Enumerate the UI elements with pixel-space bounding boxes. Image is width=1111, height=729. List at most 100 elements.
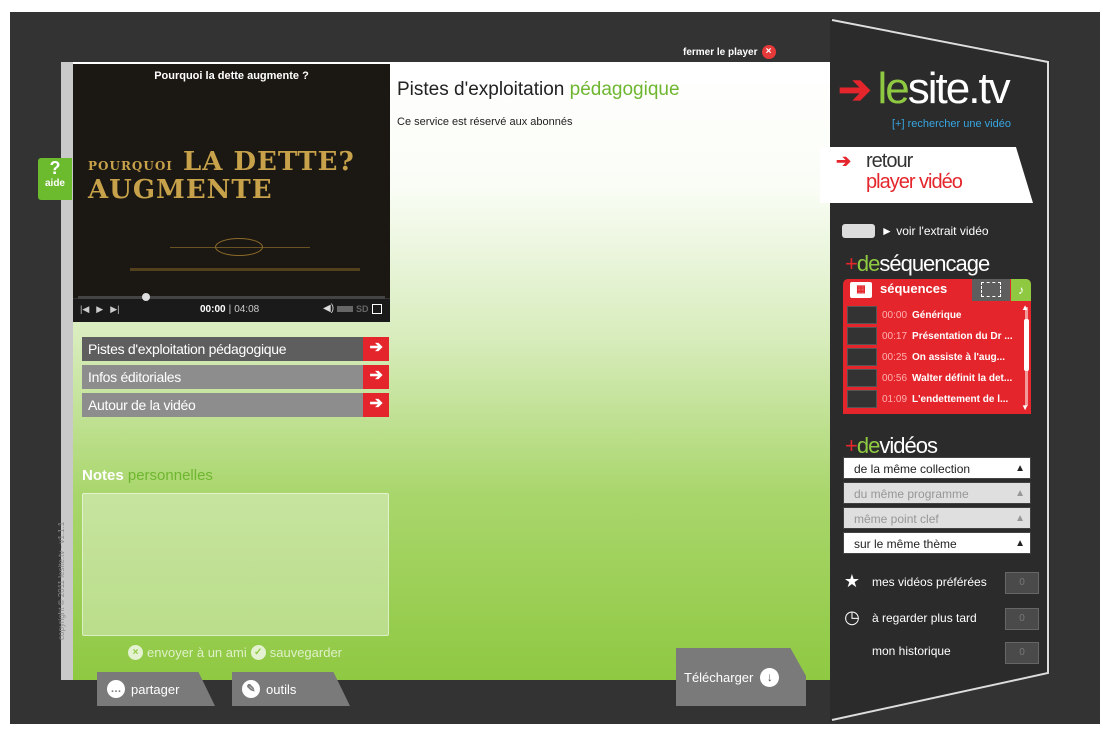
time-total: 04:08: [234, 304, 260, 315]
caret-up-icon: ▲: [1015, 513, 1025, 524]
history-label: mon historique: [872, 644, 951, 658]
history-count: 0: [1005, 642, 1039, 664]
speech-bubble-icon: …: [107, 680, 125, 698]
watch-later-label: à regarder plus tard: [872, 610, 977, 625]
share-button[interactable]: … partager: [97, 672, 215, 706]
save-link[interactable]: sauvegarder: [270, 645, 342, 660]
progress-bar[interactable]: [78, 296, 385, 299]
send-to-friend-link[interactable]: envoyer à un ami: [147, 645, 247, 660]
thumbnail: [847, 390, 877, 408]
scroll-down-icon[interactable]: ▼: [1021, 403, 1029, 412]
caret-up-icon: ▲: [1015, 463, 1025, 474]
share-label: partager: [131, 681, 180, 697]
filmstrip-icon: ▦: [850, 282, 872, 298]
close-player-button[interactable]: fermer le player ×: [683, 45, 776, 59]
help-label: aide: [44, 178, 65, 189]
thumbnail: [847, 369, 877, 387]
close-player-label: fermer le player: [683, 46, 758, 58]
content-text: Ce service est réservé aux abonnés: [397, 116, 573, 128]
list-item[interactable]: 00:00 Générique: [847, 305, 1025, 325]
same-program-link[interactable]: du même programme ▲: [843, 482, 1031, 504]
arrow-right-icon: ➔: [836, 151, 852, 171]
help-icon: ?: [49, 158, 61, 178]
notes-title: Notes personnelles: [82, 467, 213, 484]
list-item[interactable]: 00:17 Présentation du Dr ...: [847, 326, 1025, 346]
list-item[interactable]: 00:56 Walter définit la det...: [847, 368, 1025, 388]
menu-item-label: Pistes d'exploitation pédagogique: [88, 341, 287, 357]
logo-arrow-icon: ➔: [838, 68, 872, 112]
camera-icon: [842, 224, 875, 238]
selection-icon: [981, 282, 1001, 297]
sequence-tabs: ▦ séquences ♪: [843, 279, 1031, 301]
same-collection-link[interactable]: de la même collection ▲: [843, 457, 1031, 479]
poster-credits: [130, 268, 360, 271]
download-label: Télécharger: [684, 669, 754, 685]
previous-icon[interactable]: |◀: [80, 304, 89, 315]
sequencing-title: +deséquencage: [845, 251, 990, 276]
thumbnail: [847, 306, 877, 324]
menu-item-infos[interactable]: Infos éditoriales ➔: [82, 365, 389, 389]
back-to-player-button[interactable]: ➔ retour player vidéo: [820, 147, 1033, 203]
volume-slider[interactable]: [337, 305, 354, 312]
wrench-icon: ✎: [242, 680, 260, 698]
scrollbar-thumb[interactable]: [1024, 319, 1029, 371]
thumbnail: [847, 348, 877, 366]
sequence-list: 00:00 Générique 00:17 Présentation du Dr…: [843, 301, 1031, 414]
favorites-label: mes vidéos préférées: [872, 574, 987, 589]
volume-icon[interactable]: ◀): [323, 303, 334, 314]
back-label: retour: [866, 150, 913, 172]
send-icon[interactable]: ×: [128, 645, 143, 660]
progress-knob[interactable]: [141, 293, 150, 301]
tab-sequences[interactable]: séquences: [880, 281, 947, 296]
arrow-right-icon: ➔: [363, 365, 389, 389]
list-item[interactable]: 00:25 On assiste à l'aug...: [847, 347, 1025, 367]
watch-later-link[interactable]: ◷ à regarder plus tard: [840, 607, 977, 628]
extract-link[interactable]: ► voir l'extrait vidéo: [842, 224, 989, 238]
clock-icon: ◷: [844, 607, 860, 627]
star-icon: ★: [843, 571, 861, 591]
tools-button[interactable]: ✎ outils: [232, 672, 350, 706]
quality-toggle[interactable]: SD: [356, 304, 369, 314]
poster-logo: [215, 238, 263, 256]
same-theme-link[interactable]: sur le même thème ▲: [843, 532, 1031, 554]
copyright: copyright © 2011 lesite.tv · v1.1.1: [57, 521, 66, 640]
menu-item-pistes[interactable]: Pistes d'exploitation pédagogique ➔: [82, 337, 389, 361]
favorites-count: 0: [1005, 572, 1039, 594]
list-item[interactable]: 01:09 L'endettement de l...: [847, 389, 1025, 409]
download-button[interactable]: Télécharger ↓: [676, 648, 806, 706]
caret-up-icon: ▲: [1015, 538, 1025, 549]
thumbnail: [847, 327, 877, 345]
close-icon[interactable]: ×: [761, 45, 776, 59]
back-sub-label: player vidéo: [866, 171, 963, 193]
search-video-link[interactable]: [+] rechercher une vidéo: [892, 118, 1011, 130]
watch-later-count: 0: [1005, 608, 1039, 630]
same-keypoint-link[interactable]: même point clef ▲: [843, 507, 1031, 529]
menu-item-label: Infos éditoriales: [88, 369, 181, 385]
site-logo[interactable]: ➔ lesite.tv: [838, 64, 1011, 114]
fullscreen-icon[interactable]: [371, 303, 382, 314]
volume-controls: ◀) SD: [323, 303, 382, 314]
notes-textarea[interactable]: [82, 493, 389, 636]
tools-label: outils: [266, 681, 297, 697]
help-button[interactable]: ? aide: [38, 158, 72, 200]
history-link[interactable]: mon historique: [840, 644, 951, 658]
time-display: 00:00 | 04:08: [200, 304, 260, 315]
caret-up-icon: ▲: [1015, 488, 1025, 499]
scroll-up-icon[interactable]: ▲: [1021, 303, 1029, 312]
more-videos-title: +devidéos: [845, 433, 938, 458]
playback-buttons: |◀ ▶ ▶|: [80, 304, 119, 315]
next-icon[interactable]: ▶|: [110, 304, 119, 315]
save-icon[interactable]: ✓: [250, 645, 266, 660]
menu-item-label: Autour de la vidéo: [88, 397, 196, 413]
arrow-right-icon: ➔: [363, 337, 389, 361]
play-icon[interactable]: ▶: [96, 304, 103, 315]
content-title: Pistes d'exploitation pédagogique: [397, 79, 680, 100]
clip-icon[interactable]: ♪: [1011, 279, 1031, 301]
favorites-link[interactable]: ★ mes vidéos préférées: [840, 571, 987, 592]
arrow-right-icon: ➔: [363, 393, 389, 417]
video-poster-title: POURQUOI LA DETTE? AUGMENTE: [88, 147, 355, 205]
extract-label: ► voir l'extrait vidéo: [881, 224, 989, 238]
time-current: 00:00: [200, 304, 226, 315]
menu-item-autour[interactable]: Autour de la vidéo ➔: [82, 393, 389, 417]
video-title: Pourquoi la dette augmente ?: [154, 70, 309, 82]
